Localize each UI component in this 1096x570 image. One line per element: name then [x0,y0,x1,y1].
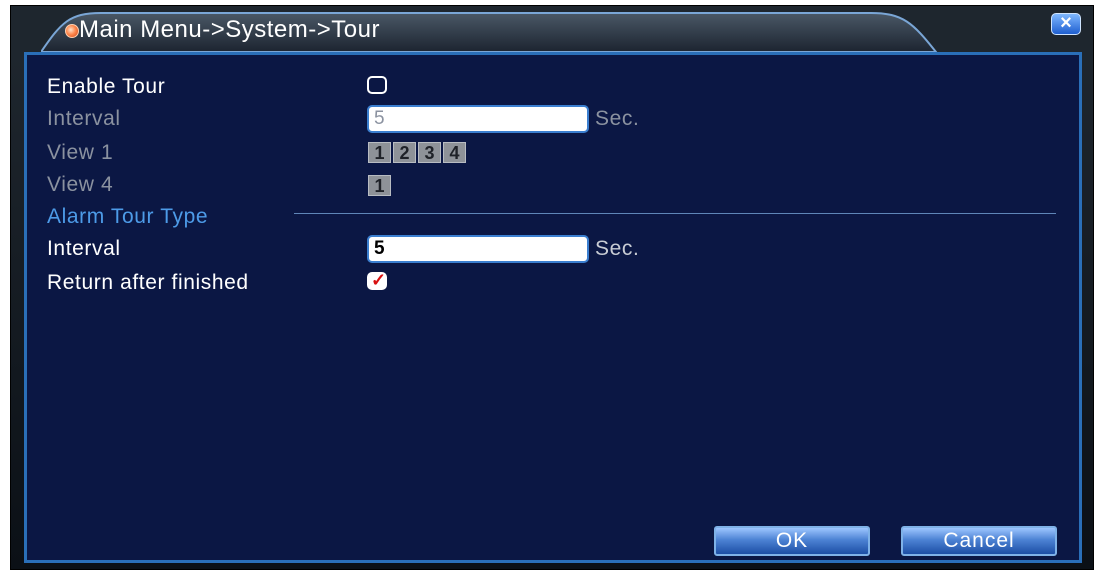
close-button[interactable]: × [1051,12,1081,35]
window-title: Main Menu->System->Tour [79,16,380,43]
title-bar: Main Menu->System->Tour × [11,6,1093,52]
return-after-finished-label: Return after finished [47,271,249,294]
orange-dot-icon [65,24,79,38]
alarm-interval-unit: Sec. [595,237,640,260]
cancel-button[interactable]: Cancel [901,526,1057,556]
return-after-finished-checkbox[interactable]: ✓ [367,270,387,290]
tour-dialog: Main Menu->System->Tour × Enable Tour In… [10,5,1094,570]
alarm-interval-input[interactable]: 5 [367,235,589,263]
alarm-interval-label: Interval [47,237,121,260]
checkmark-icon: ✓ [371,270,387,290]
close-icon: × [1060,12,1072,34]
settings-panel-lower: Interval 5 Sec. Return after finished ✓ … [24,52,1082,563]
ok-button[interactable]: OK [714,526,870,556]
